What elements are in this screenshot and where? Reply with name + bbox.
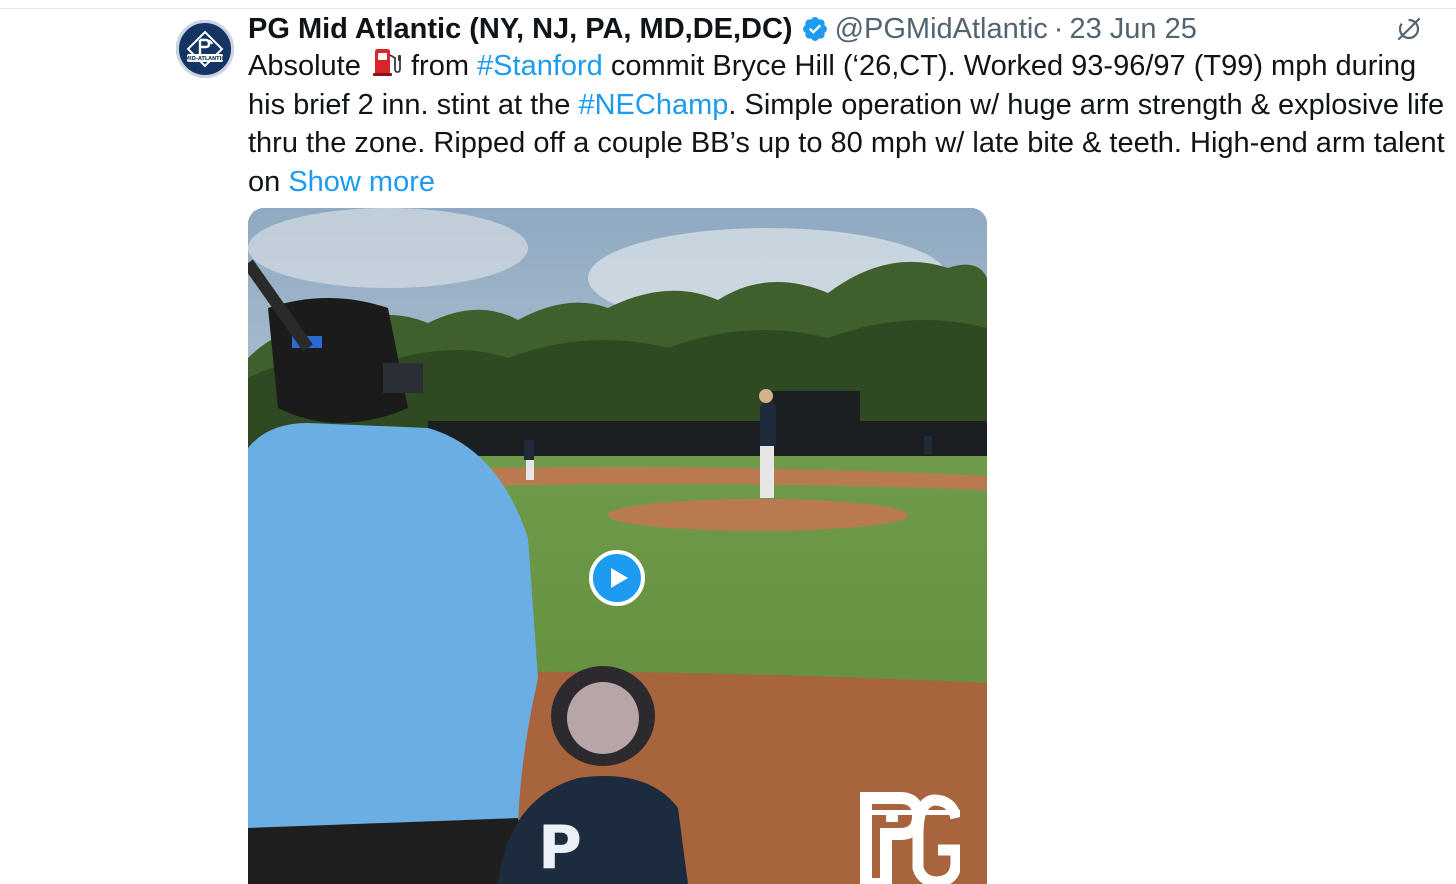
tweet-text-part1: Absolute xyxy=(248,50,369,82)
tweet-timestamp[interactable]: 23 Jun 25 xyxy=(1069,10,1196,48)
pg-mid-atlantic-logo-icon: MID-ATLANTIC xyxy=(177,21,233,77)
author-handle[interactable]: @PGMidAtlantic xyxy=(835,10,1048,48)
video-player[interactable]: P xyxy=(248,208,987,884)
top-divider xyxy=(0,8,1456,9)
header-separator: · xyxy=(1053,13,1064,45)
svg-text:P: P xyxy=(538,813,582,883)
avatar-label: MID-ATLANTIC xyxy=(185,56,226,62)
tweet-text: Absolute from #Stanford commit Bryce Hil… xyxy=(248,45,1448,202)
hashtag-nechamp-link[interactable]: #NEChamp xyxy=(578,89,728,121)
pg-logo-watermark-icon xyxy=(860,788,962,884)
play-icon xyxy=(611,568,628,588)
hashtag-stanford-link[interactable]: #Stanford xyxy=(477,50,603,82)
grok-icon[interactable] xyxy=(1394,14,1424,44)
avatar[interactable]: MID-ATLANTIC xyxy=(176,20,234,78)
show-more-link[interactable]: Show more xyxy=(288,166,435,198)
play-button[interactable] xyxy=(589,550,645,606)
tweet-text-part2: from xyxy=(402,50,478,82)
video-thumbnail: P xyxy=(248,208,987,884)
tweet-header: PG Mid Atlantic (NY, NJ, PA, MD,DE,DC) @… xyxy=(248,10,1388,48)
author-display-name[interactable]: PG Mid Atlantic (NY, NJ, PA, MD,DE,DC) xyxy=(248,10,793,48)
fuel-pump-icon xyxy=(369,45,403,79)
verified-badge-icon[interactable] xyxy=(801,15,829,43)
